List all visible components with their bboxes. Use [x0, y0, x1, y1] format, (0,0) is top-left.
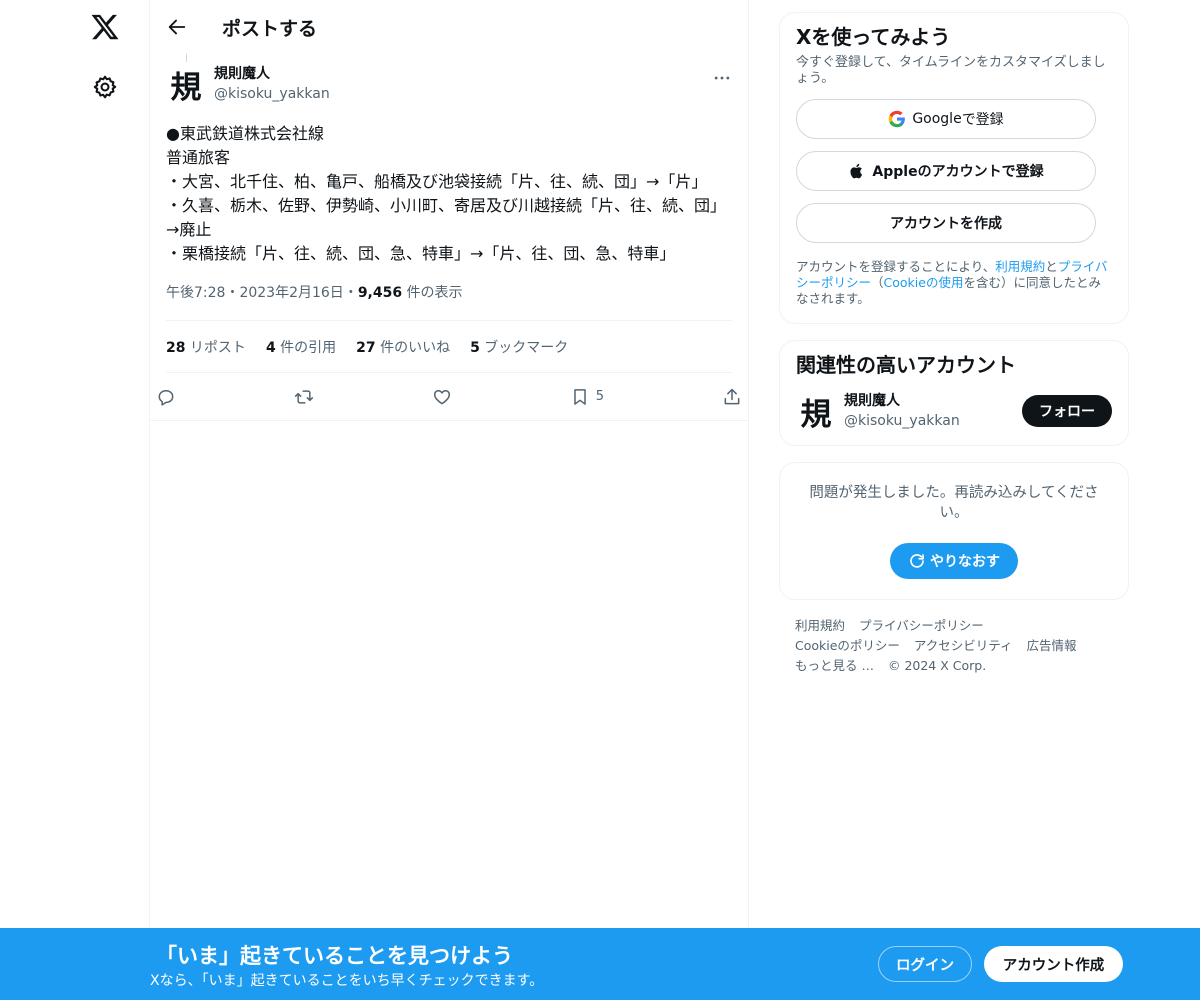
follow-button[interactable]: フォロー	[1022, 395, 1112, 427]
bookmark-icon	[574, 388, 586, 405]
footer-link[interactable]: 広告情報	[1027, 638, 1077, 653]
google-label-rest: で登録	[961, 112, 1004, 128]
author-handle[interactable]: @kisoku_yakkan	[214, 84, 330, 104]
post-author: 規 規則魔人 @kisoku_yakkan	[166, 54, 732, 106]
cookie-link[interactable]: Cookieの使用	[884, 275, 964, 290]
stat-bookmarks[interactable]: 5 ブックマーク	[470, 337, 568, 357]
bookmark-count: 5	[595, 389, 605, 404]
share-button[interactable]	[722, 387, 742, 407]
post-stats: 28 リポスト 4 件の引用 27 件のいいね 5 ブックマーク	[166, 320, 732, 373]
signup-card: Xを使ってみよう 今すぐ登録して、タイムラインをカスタマイズしましょう。 Goo…	[779, 12, 1129, 324]
google-signup-button[interactable]: Google で登録	[796, 99, 1096, 139]
google-label-strong: Google	[912, 111, 962, 127]
post-line: 普通旅客	[166, 148, 231, 167]
page-title: ポストする	[222, 17, 318, 40]
post-line: ・久喜、栃木、佐野、伊勢崎、小川町、寄居及び川越接続「片、往、続、団」→廃止	[166, 196, 727, 239]
apple-label: Appleのアカウントで登録	[872, 164, 1044, 180]
share-icon	[724, 388, 740, 404]
stat-likes[interactable]: 27 件のいいね	[356, 337, 450, 357]
copyright: © 2024 X Corp.	[887, 658, 987, 673]
reply-icon	[158, 389, 174, 406]
footer-more-link[interactable]: もっと見る …	[795, 658, 874, 673]
signup-legal: アカウントを登録することにより、利用規約とプライバシーポリシー（Cookieの使…	[796, 259, 1112, 307]
back-arrow-icon[interactable]	[166, 16, 188, 38]
login-button[interactable]: ログイン	[878, 946, 972, 982]
avatar[interactable]: 規	[166, 64, 206, 106]
views-label: 件の表示	[402, 285, 463, 301]
left-nav	[0, 0, 150, 1000]
google-icon	[889, 110, 906, 128]
post-date[interactable]: 2023年2月16日	[239, 285, 343, 301]
meta-separator: ・	[225, 285, 240, 301]
footer-link[interactable]: 利用規約	[795, 618, 845, 633]
post-meta: 午後7:28・2023年2月16日・9,456 件の表示	[166, 282, 732, 304]
page-header: ポストする	[150, 0, 748, 54]
heart-icon	[433, 389, 450, 404]
x-logo-icon[interactable]	[90, 12, 120, 42]
more-options-icon[interactable]	[712, 68, 732, 88]
post-line: ・大宮、北千住、柏、亀戸、船橋及び池袋接続「片、往、続、団」→「片」	[166, 172, 708, 191]
create-account-label: アカウントを作成	[890, 216, 1002, 232]
footer-link[interactable]: プライバシーポリシー	[859, 618, 984, 633]
post-line: ●東武鉄道株式会社線	[166, 124, 324, 143]
legal-text: と	[1045, 259, 1058, 274]
stat-quotes[interactable]: 4 件の引用	[266, 337, 336, 357]
right-sidebar: Xを使ってみよう 今すぐ登録して、タイムラインをカスタマイズしましょう。 Goo…	[779, 12, 1129, 676]
related-account[interactable]: 規 規則魔人 @kisoku_yakkan フォロー	[796, 391, 1112, 433]
post-actions: 5	[150, 373, 748, 421]
signup-subtitle: 今すぐ登録して、タイムラインをカスタマイズしましょう。	[796, 55, 1106, 86]
refresh-icon	[910, 554, 924, 568]
post-line: ・栗橋接続「片、往、続、団、急、特車」→「片、往、団、急、特車」	[166, 244, 676, 263]
error-card: 問題が発生しました。再読み込みしてください。 やりなおす	[779, 462, 1129, 600]
avatar[interactable]: 規	[796, 391, 836, 433]
main-column: ポストする 規 規則魔人 @kisoku_yakkan ●東武鉄道株式会社線 普…	[149, 0, 749, 1000]
retry-button[interactable]: やりなおす	[890, 543, 1018, 579]
apple-signup-button[interactable]: Appleのアカウントで登録	[796, 151, 1096, 191]
related-account-info: 規則魔人 @kisoku_yakkan	[844, 391, 1022, 431]
like-button[interactable]	[432, 387, 452, 407]
repost-icon	[294, 389, 314, 404]
related-title: 関連性の高いアカウント	[796, 353, 1016, 377]
stat-reposts[interactable]: 28 リポスト	[166, 337, 246, 357]
signup-banner: 「いま」起きていることを見つけよう Xなら、「いま」起きていることをいち早くチェ…	[0, 928, 1200, 1000]
related-accounts-card: 関連性の高いアカウント 規 規則魔人 @kisoku_yakkan フォロー	[779, 340, 1129, 446]
footer-link[interactable]: Cookieのポリシー	[795, 638, 900, 653]
footer-link[interactable]: アクセシビリティ	[914, 638, 1013, 653]
author-info: 規則魔人 @kisoku_yakkan	[214, 64, 330, 104]
post: 規 規則魔人 @kisoku_yakkan ●東武鉄道株式会社線 普通旅客 ・大…	[150, 54, 748, 373]
terms-link[interactable]: 利用規約	[995, 259, 1045, 274]
post-time[interactable]: 午後7:28	[166, 285, 225, 301]
signup-button[interactable]: アカウント作成	[984, 946, 1123, 982]
footer: 利用規約 プライバシーポリシー Cookieのポリシー アクセシビリティ 広告情…	[779, 616, 1129, 676]
bookmark-button[interactable]: 5	[570, 387, 604, 407]
create-account-button[interactable]: アカウントを作成	[796, 203, 1096, 243]
repost-button[interactable]	[294, 387, 314, 407]
meta-separator: ・	[343, 285, 358, 301]
author-name[interactable]: 規則魔人	[214, 64, 330, 84]
gear-icon[interactable]	[92, 74, 118, 100]
post-text: ●東武鉄道株式会社線 普通旅客 ・大宮、北千住、柏、亀戸、船橋及び池袋接続「片、…	[166, 122, 732, 266]
reply-button[interactable]	[156, 387, 176, 407]
legal-text: （	[871, 275, 884, 290]
legal-text: アカウントを登録することにより、	[796, 259, 996, 274]
banner-subtitle: Xなら、「いま」起きていることをいち早くチェックできます。	[150, 973, 544, 989]
apple-icon	[850, 163, 863, 179]
signup-title: Xを使ってみよう	[796, 25, 951, 49]
related-account-handle[interactable]: @kisoku_yakkan	[844, 411, 1022, 431]
error-message: 問題が発生しました。再読み込みしてください。	[809, 485, 1099, 521]
related-account-name[interactable]: 規則魔人	[844, 391, 1022, 411]
banner-title: 「いま」起きていることを見つけよう	[156, 944, 513, 968]
retry-label: やりなおす	[930, 554, 1000, 570]
views-count: 9,456	[357, 285, 403, 301]
